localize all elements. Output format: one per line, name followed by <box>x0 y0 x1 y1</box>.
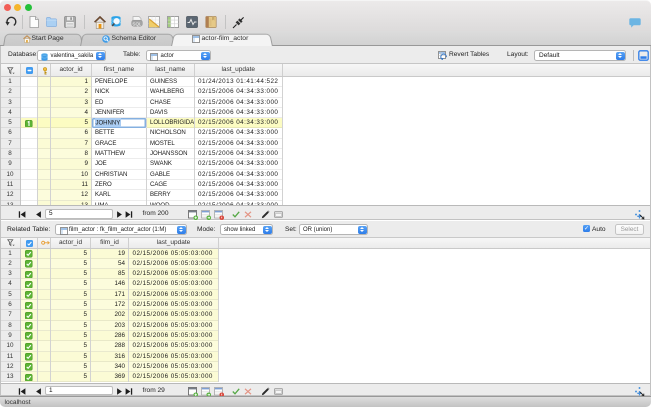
svg-text:SQL: SQL <box>132 21 142 26</box>
